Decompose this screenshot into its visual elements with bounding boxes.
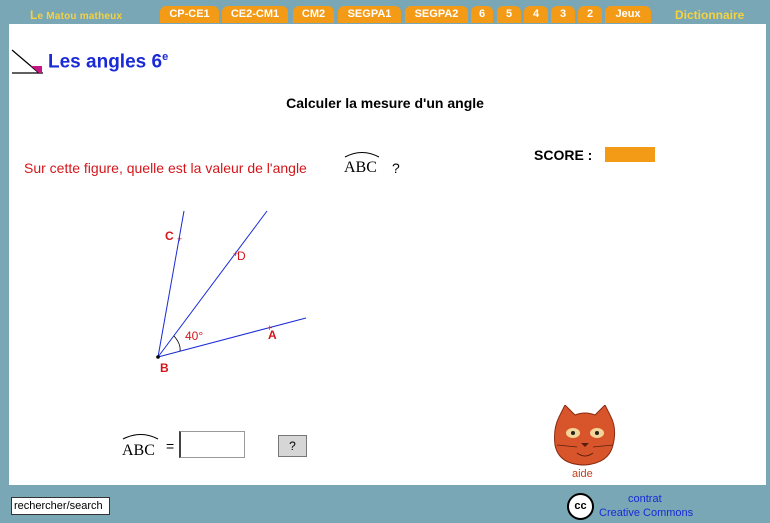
ray-bd — [157, 210, 268, 358]
tab-4[interactable]: 4 — [524, 6, 548, 23]
tab-6[interactable]: 6 — [471, 6, 493, 23]
creative-commons-icon[interactable]: cc — [567, 493, 594, 520]
contract-link[interactable]: contrat — [628, 493, 662, 505]
answer-angle-name: ABC — [122, 442, 155, 459]
answer-input[interactable] — [179, 431, 245, 458]
equals-sign: = — [166, 438, 175, 454]
svg-text:+: + — [233, 249, 238, 259]
svg-text:+: + — [267, 323, 272, 333]
search-button[interactable]: rechercher/search — [11, 497, 110, 515]
point-label-c: C — [165, 229, 174, 243]
tab-5[interactable]: 5 — [497, 6, 521, 23]
tab-2[interactable]: 2 — [578, 6, 602, 23]
tab-segpa1[interactable]: SEGPA1 — [338, 6, 401, 23]
angle-arc — [173, 335, 181, 352]
point-label-d: D — [237, 249, 246, 263]
tab-segpa2[interactable]: SEGPA2 — [405, 6, 468, 23]
help-button[interactable]: ? — [278, 435, 307, 457]
angle-notation: ABC — [344, 152, 380, 176]
score-bar — [605, 147, 655, 162]
angle-value-label: 40° — [185, 329, 203, 343]
angle-name: ABC — [344, 159, 377, 176]
help-label[interactable]: aide — [572, 468, 593, 480]
creative-commons-link[interactable]: Creative Commons — [599, 507, 693, 519]
score-label: SCORE : — [534, 147, 593, 163]
svg-text:+: + — [177, 234, 182, 244]
dictionary-link[interactable]: Dictionnaire — [675, 8, 744, 22]
ray-ba — [157, 317, 307, 358]
angle-figure: C D B A 40° + + + — [156, 210, 307, 375]
point-label-b: B — [160, 361, 169, 375]
cat-icon[interactable] — [551, 405, 617, 469]
answer-angle-notation: ABC — [122, 434, 159, 459]
tab-3[interactable]: 3 — [551, 6, 575, 23]
tab-jeux[interactable]: Jeux — [605, 6, 651, 23]
question-mark: ? — [392, 160, 400, 176]
